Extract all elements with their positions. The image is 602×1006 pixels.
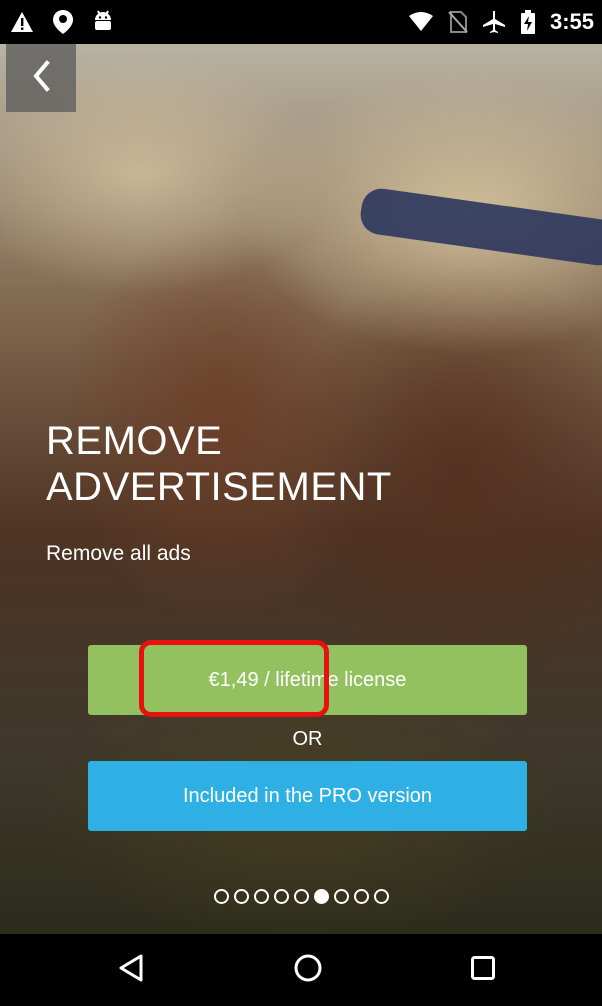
- chevron-left-icon: [31, 59, 51, 97]
- android-icon: [92, 10, 114, 34]
- screen: 3:55 REMOVE ADVERTISEMENT Remove all ads…: [0, 0, 602, 1006]
- page-dot-active[interactable]: [313, 889, 329, 904]
- page-dot[interactable]: [213, 889, 229, 904]
- nav-home-button[interactable]: [278, 948, 338, 992]
- page-dot[interactable]: [233, 889, 249, 904]
- wifi-icon: [408, 12, 434, 32]
- page-dot[interactable]: [353, 889, 369, 904]
- navigation-bar: [0, 934, 602, 1006]
- page-dot[interactable]: [273, 889, 289, 904]
- battery-charging-icon: [520, 10, 536, 34]
- airplane-icon: [482, 10, 506, 34]
- no-sim-icon: [448, 11, 468, 33]
- or-separator: OR: [292, 728, 323, 750]
- nav-back-button[interactable]: [101, 948, 161, 992]
- nav-recents-button[interactable]: [453, 948, 513, 992]
- page-dot[interactable]: [293, 889, 309, 904]
- pro-version-button[interactable]: Included in the PRO version: [88, 761, 527, 831]
- pro-button-label: Included in the PRO version: [182, 784, 433, 807]
- page-dot[interactable]: [373, 889, 389, 904]
- page-subtitle: Remove all ads: [46, 542, 191, 565]
- status-time: 3:55: [549, 9, 594, 34]
- back-button[interactable]: [6, 44, 76, 112]
- status-bar: 3:55: [0, 0, 602, 44]
- page-dot[interactable]: [333, 889, 349, 904]
- home-circle-icon: [293, 953, 323, 988]
- page-indicator: [0, 889, 602, 904]
- location-icon: [52, 9, 74, 35]
- warning-icon: [10, 11, 34, 33]
- page-title: REMOVE ADVERTISEMENT: [46, 419, 392, 509]
- buy-lifetime-license-button[interactable]: €1,49 / lifetime license: [88, 645, 527, 715]
- recents-square-icon: [470, 955, 496, 986]
- buy-button-label: €1,49 / lifetime license: [208, 668, 407, 691]
- back-triangle-icon: [117, 953, 145, 988]
- page-dot[interactable]: [253, 889, 269, 904]
